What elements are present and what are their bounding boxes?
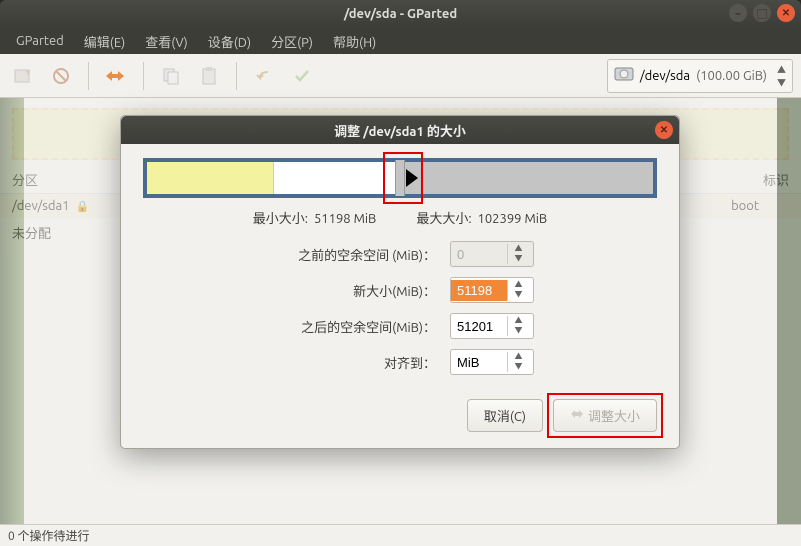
- toolbar: + /dev/sda (100.00 GiB) ▲▼: [0, 54, 801, 98]
- align-selector[interactable]: ▲▼: [450, 349, 534, 375]
- align-input[interactable]: [451, 352, 507, 373]
- spin-down-icon[interactable]: ▼: [508, 362, 529, 372]
- arrow-right-icon: [406, 169, 418, 187]
- after-free-input[interactable]: [451, 316, 507, 337]
- used-space-region: [147, 162, 274, 194]
- harddisk-icon: [614, 66, 634, 85]
- delete-partition-icon[interactable]: [46, 61, 76, 91]
- new-size-spinner[interactable]: ▲▼: [450, 277, 534, 303]
- menu-help[interactable]: 帮助(H): [325, 30, 384, 53]
- resize-move-icon[interactable]: [101, 61, 131, 91]
- partition-resize-bar[interactable]: [143, 158, 657, 198]
- new-partition-icon[interactable]: +: [8, 61, 38, 91]
- window-title: /dev/sda - GParted: [344, 7, 457, 21]
- spin-down-icon: ▼: [508, 254, 529, 264]
- device-selector[interactable]: /dev/sda (100.00 GiB) ▲▼: [607, 59, 793, 93]
- partition-flag: boot: [731, 199, 759, 213]
- menu-device[interactable]: 设备(D): [200, 30, 259, 53]
- spin-up-icon: ▲: [508, 244, 529, 254]
- spin-up-icon[interactable]: ▲: [508, 352, 529, 362]
- dialog-close-button[interactable]: ✕: [655, 121, 673, 139]
- lock-icon: 🔒: [76, 200, 90, 213]
- partition-name: 未分配: [12, 223, 51, 242]
- dialog-titlebar: 调整 /dev/sda1 的大小 ✕: [121, 116, 679, 144]
- menu-gparted[interactable]: GParted: [8, 32, 72, 50]
- resize-handle[interactable]: [395, 160, 405, 196]
- device-size: (100.00 GiB): [696, 69, 767, 83]
- before-free-label: 之前的空余空间 (MiB)：: [250, 245, 450, 264]
- cancel-button[interactable]: 取消(C): [467, 399, 543, 432]
- maximize-button[interactable]: ▢: [753, 4, 771, 22]
- svg-text:+: +: [25, 66, 31, 77]
- after-free-spinner[interactable]: ▲▼: [450, 313, 534, 339]
- device-name: /dev/sda: [640, 69, 690, 83]
- undo-icon[interactable]: [249, 61, 279, 91]
- after-free-label: 之后的空余空间(MiB)：: [250, 317, 450, 336]
- partition-name: /dev/sda1: [12, 199, 70, 213]
- menubar: GParted 编辑(E) 查看(V) 设备(D) 分区(P) 帮助(H): [0, 28, 801, 54]
- copy-icon[interactable]: [156, 61, 186, 91]
- resize-icon: [570, 408, 584, 423]
- window-titlebar: /dev/sda - GParted – ▢ ✕: [0, 0, 801, 28]
- menu-view[interactable]: 查看(V): [137, 30, 195, 53]
- new-size-input[interactable]: [451, 280, 507, 301]
- resize-dialog: 调整 /dev/sda1 的大小 ✕ 最小大小: 51198 MiB 最大大小:…: [120, 115, 680, 449]
- min-size-label: 最小大小: 51198 MiB: [253, 208, 377, 227]
- spin-up-icon[interactable]: ▲: [508, 316, 529, 326]
- max-size-label: 最大大小: 102399 MiB: [416, 208, 547, 227]
- before-free-input: [451, 244, 507, 265]
- new-size-label: 新大小(MiB)：: [250, 281, 450, 300]
- col-flag: 标识: [763, 170, 789, 189]
- menu-edit[interactable]: 编辑(E): [76, 30, 133, 53]
- spin-down-icon[interactable]: ▼: [508, 326, 529, 336]
- col-partition: 分区: [12, 170, 132, 189]
- apply-icon[interactable]: [287, 61, 317, 91]
- menu-partition[interactable]: 分区(P): [263, 30, 321, 53]
- free-space-region: [274, 162, 401, 194]
- before-free-spinner: ▲▼: [450, 241, 534, 267]
- status-text: 0 个操作待进行: [8, 527, 90, 544]
- statusbar: 0 个操作待进行: [0, 524, 801, 546]
- dialog-title: 调整 /dev/sda1 的大小: [334, 121, 466, 140]
- close-button[interactable]: ✕: [777, 4, 795, 22]
- spin-up-icon[interactable]: ▲: [508, 280, 529, 290]
- resize-button[interactable]: 调整大小: [553, 399, 657, 432]
- minimize-button[interactable]: –: [729, 4, 747, 22]
- paste-icon[interactable]: [194, 61, 224, 91]
- dropdown-icon: ▲▼: [777, 63, 786, 89]
- spin-down-icon[interactable]: ▼: [508, 290, 529, 300]
- align-label: 对齐到：: [250, 353, 450, 372]
